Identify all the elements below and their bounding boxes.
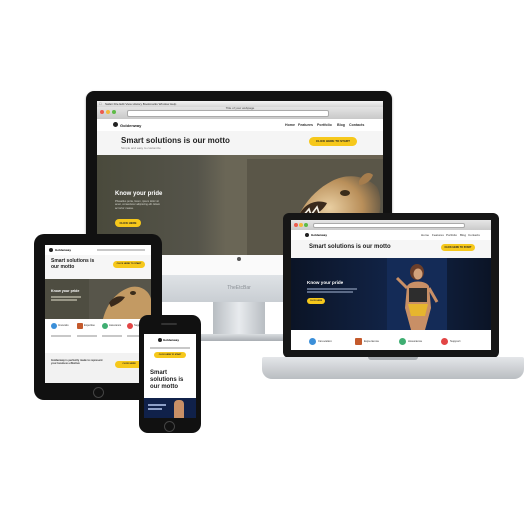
zoom-window-icon[interactable]	[112, 110, 116, 114]
hero-button[interactable]: CLICK HERE	[307, 298, 325, 304]
site-logo[interactable]: Goldenway	[311, 233, 327, 237]
slider-dot[interactable]	[237, 257, 241, 261]
phone-home-button[interactable]	[164, 421, 175, 432]
nav-contacts[interactable]: Contacts	[468, 233, 480, 237]
nav-home[interactable]: Home	[285, 123, 295, 127]
support-icon	[441, 338, 448, 345]
zoom-window-icon[interactable]	[304, 223, 308, 227]
laptop-browser-bar	[291, 220, 491, 230]
laptop-motto-band: Smart solutions is our motto CLICK HERE …	[291, 240, 491, 258]
hero-title: Know your pride	[115, 191, 163, 197]
phone-screen: Goldenway CLICK HERE TO START Smart solu…	[144, 334, 196, 418]
site-motto: Smart solutions is our motto	[150, 370, 184, 390]
experience-icon	[355, 338, 362, 345]
laptop-features-row: Innovation Experience Assurance Support	[291, 330, 491, 350]
feature-text-line	[102, 335, 122, 337]
assurance-icon	[399, 338, 406, 345]
feature-assurance[interactable]: Assurance	[408, 339, 422, 343]
site-logo[interactable]: Goldenway	[55, 248, 71, 252]
logo-icon	[305, 233, 309, 237]
nav-blog[interactable]: Blog	[337, 123, 345, 127]
hero-text-line	[307, 291, 353, 293]
site-motto: Smart solutions is our motto	[121, 136, 230, 145]
nav-blog[interactable]: Blog	[460, 233, 466, 237]
nav-portfolio[interactable]: Portfolio	[317, 123, 332, 127]
assurance-icon	[102, 323, 108, 329]
nav-features[interactable]: Features	[432, 233, 444, 237]
url-bar[interactable]	[313, 223, 465, 228]
hero-text-line	[148, 404, 166, 406]
nav-features[interactable]: Features	[298, 123, 313, 127]
feature-text-line	[51, 335, 71, 337]
imac-stand-neck	[213, 302, 265, 338]
minimize-window-icon[interactable]	[106, 110, 110, 114]
tablet-home-button[interactable]	[93, 387, 104, 398]
site-subline: Simple and easy to customize	[121, 146, 161, 150]
feature-support[interactable]: Support	[450, 339, 461, 343]
nav-portfolio[interactable]: Portfolio	[446, 233, 457, 237]
feature-innovation[interactable]: Innovatio	[58, 324, 69, 327]
expertise-icon	[77, 323, 83, 329]
innovation-icon	[309, 338, 316, 345]
footer-text: Goldenway is perfectly made to represent…	[51, 359, 103, 366]
cta-button[interactable]: CLICK HERE TO START	[441, 244, 475, 251]
nav-links[interactable]	[150, 347, 190, 349]
logo-icon	[113, 122, 118, 127]
laptop-site-nav: Goldenway Home Features Portfolio Blog C…	[291, 230, 491, 240]
site-logo[interactable]: Goldenway	[163, 338, 179, 342]
site-motto: Smart solutions is our motto	[51, 258, 95, 270]
window-title: Title of your webpage	[225, 106, 255, 110]
logo-icon	[49, 248, 53, 252]
hero-text-line	[307, 288, 357, 290]
hero-title: Know your pride	[307, 280, 344, 285]
cta-button[interactable]: CLICK HERE TO START	[113, 261, 145, 268]
feature-innovation[interactable]: Innovation	[318, 339, 332, 343]
logo-icon	[158, 338, 162, 342]
nav-home[interactable]: Home	[421, 233, 429, 237]
woman-image	[174, 400, 184, 418]
site-motto: Smart solutions is our motto	[309, 244, 391, 250]
lion-image	[89, 279, 151, 319]
nav-contacts[interactable]: Contacts	[349, 123, 364, 127]
feature-experience[interactable]: Experience	[364, 339, 379, 343]
hero-title: Know your pride	[51, 289, 80, 293]
close-window-icon[interactable]	[294, 223, 298, 227]
woman-image	[387, 258, 447, 330]
laptop-screen: Goldenway Home Features Portfolio Blog C…	[291, 220, 491, 350]
tablet-screen: Goldenway Smart solutions is our motto C…	[45, 245, 151, 383]
phone-site-nav: Goldenway	[144, 334, 196, 344]
hero-text-line	[51, 296, 81, 298]
site-logo[interactable]: Goldenway	[120, 123, 141, 128]
hero-text: Phasellus porta, lorem, ipsum dolor sit …	[115, 200, 160, 210]
support-icon	[127, 323, 133, 329]
laptop-opening-notch	[368, 357, 418, 360]
cta-button[interactable]: CLICK HERE TO START	[154, 352, 186, 358]
laptop-base	[262, 357, 524, 379]
feature-expertise[interactable]: Expertise	[84, 324, 95, 327]
hero-button[interactable]: CLICK HERE	[115, 219, 141, 227]
feature-assurance[interactable]: Assurance	[109, 324, 121, 327]
tablet-motto-band: Smart solutions is our motto CLICK HERE …	[45, 255, 151, 279]
nav-links[interactable]	[97, 249, 145, 251]
innovation-icon	[51, 323, 57, 329]
cta-button[interactable]: CLICK HERE TO START	[309, 137, 357, 146]
url-bar[interactable]	[127, 110, 329, 117]
phone-hero-slider	[144, 398, 196, 418]
hero-text-line	[51, 299, 77, 301]
feature-text-line	[77, 335, 97, 337]
hero-text-line	[148, 408, 162, 410]
imac-stand-foot	[190, 334, 288, 341]
tablet-features-row: Innovatio Expertise Assurance Support	[45, 319, 151, 353]
motto-band: Smart solutions is our motto Simple and …	[97, 131, 383, 155]
phone-speaker	[161, 323, 177, 325]
close-window-icon[interactable]	[100, 110, 104, 114]
minimize-window-icon[interactable]	[299, 223, 303, 227]
tablet-footer-band: Goldenway is perfectly made to represent…	[45, 353, 151, 383]
